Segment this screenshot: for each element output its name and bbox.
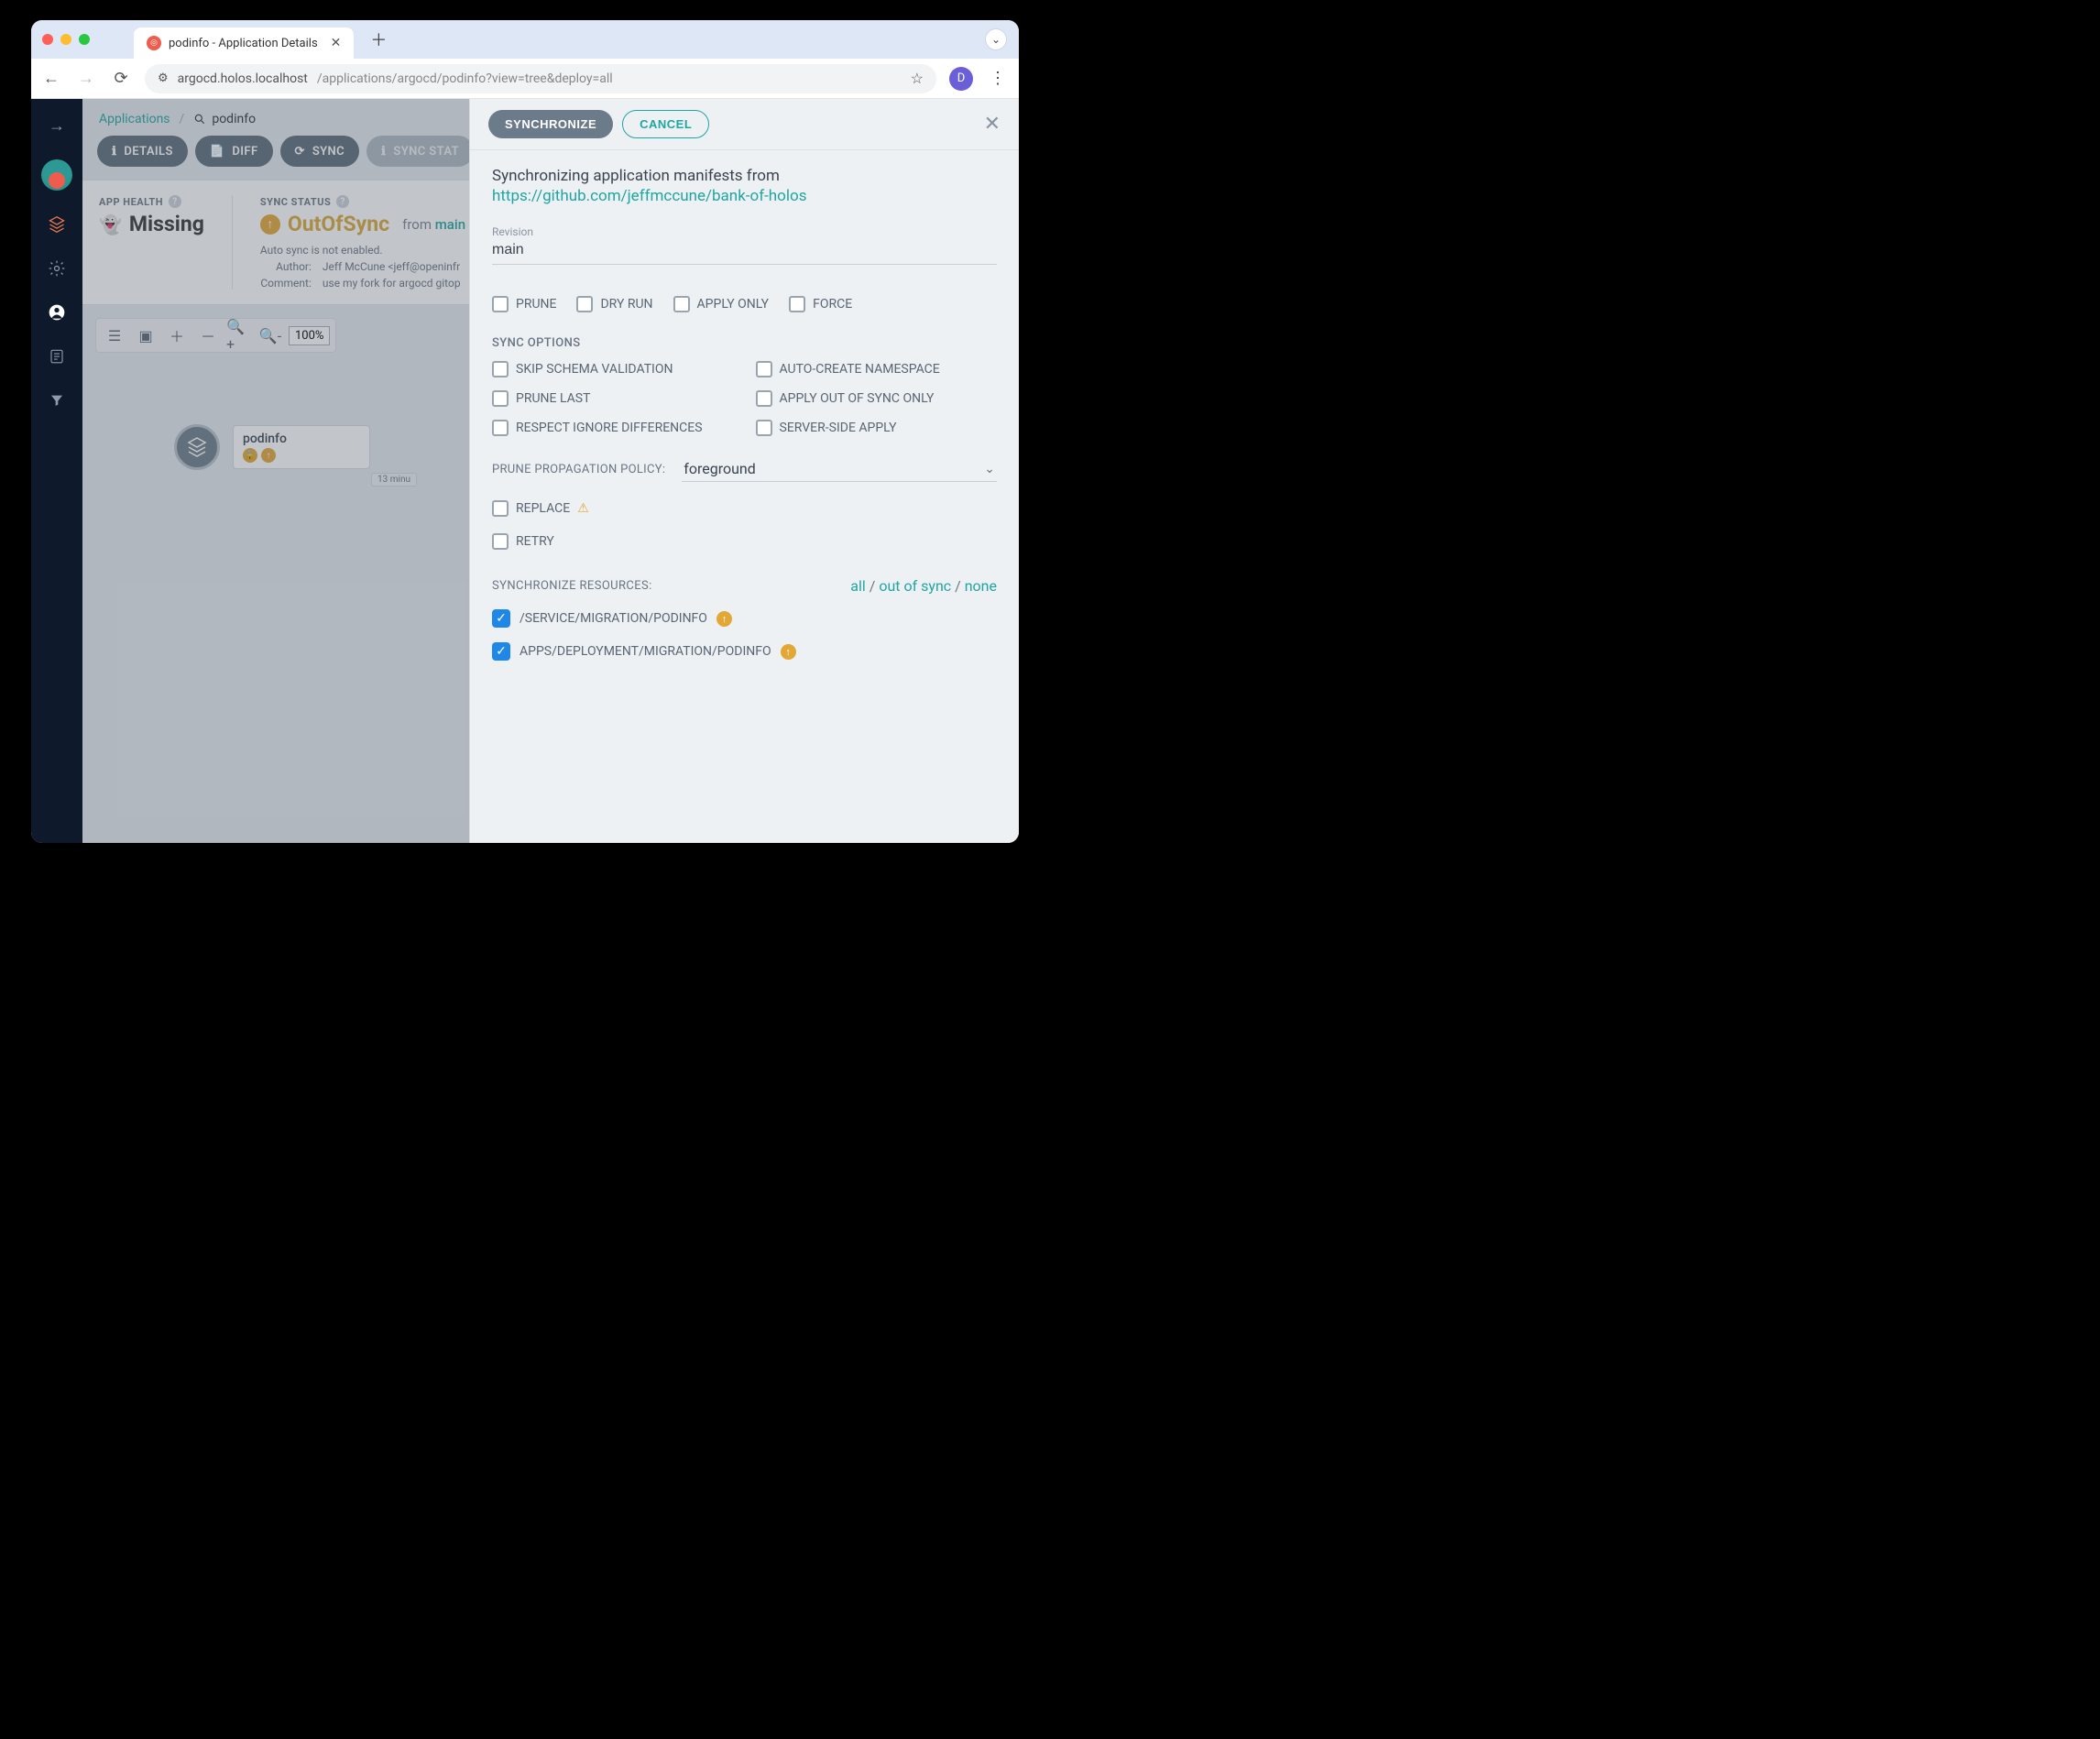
tabs-dropdown-button[interactable]: ⌄ bbox=[986, 29, 1006, 49]
filter-icon[interactable] bbox=[47, 390, 67, 410]
tab-bar: ◎ podinfo - Application Details ✕ ＋ ⌄ bbox=[31, 20, 1019, 59]
tab-favicon: ◎ bbox=[147, 36, 161, 50]
resource-item-deployment[interactable]: ✓ APPS/DEPLOYMENT/MIGRATION/PODINFO ↑ bbox=[492, 642, 997, 661]
synchronize-button[interactable]: SYNCHRONIZE bbox=[488, 110, 613, 138]
force-checkbox[interactable]: FORCE bbox=[789, 296, 852, 312]
applyonly-label: APPLY ONLY bbox=[697, 297, 770, 312]
sync-panel: SYNCHRONIZE CANCEL ✕ Synchronizing appli… bbox=[469, 99, 1019, 843]
panel-buttons: SYNCHRONIZE CANCEL bbox=[488, 110, 709, 138]
user-icon[interactable] bbox=[47, 302, 67, 323]
opt-respect-label: RESPECT IGNORE DIFFERENCES bbox=[516, 421, 703, 435]
tab-close-icon[interactable]: ✕ bbox=[331, 36, 342, 50]
opt-ssa-label: SERVER-SIDE APPLY bbox=[780, 421, 897, 435]
sync-resources-label: SYNCHRONIZE RESOURCES: bbox=[492, 579, 652, 593]
auto-namespace-checkbox[interactable]: AUTO-CREATE NAMESPACE bbox=[756, 361, 998, 377]
dryrun-checkbox[interactable]: DRY RUN bbox=[576, 296, 652, 312]
opt-oos-label: APPLY OUT OF SYNC ONLY bbox=[780, 391, 935, 406]
sidebar-expand-icon[interactable]: → bbox=[47, 115, 67, 136]
reload-button[interactable]: ⟳ bbox=[110, 69, 132, 88]
forward-button[interactable]: → bbox=[75, 69, 97, 88]
new-tab-button[interactable]: ＋ bbox=[361, 27, 396, 51]
opt-skip-label: SKIP SCHEMA VALIDATION bbox=[516, 362, 673, 377]
resource-path: /SERVICE/MIGRATION/PODINFO bbox=[520, 611, 707, 626]
applyonly-checkbox[interactable]: APPLY ONLY bbox=[673, 296, 770, 312]
flags-row: PRUNE DRY RUN APPLY ONLY FORCE bbox=[492, 296, 997, 312]
site-settings-icon[interactable]: ⚙ bbox=[158, 71, 169, 85]
browser-menu-icon[interactable]: ⋮ bbox=[986, 69, 1010, 88]
cancel-button[interactable]: CANCEL bbox=[622, 110, 709, 138]
close-window-button[interactable] bbox=[42, 34, 53, 45]
server-side-apply-checkbox[interactable]: SERVER-SIDE APPLY bbox=[756, 420, 998, 436]
outofsync-icon: ↑ bbox=[781, 644, 796, 660]
resource-item-service[interactable]: ✓ /SERVICE/MIGRATION/PODINFO ↑ bbox=[492, 609, 997, 628]
sidebar: → bbox=[31, 99, 82, 843]
prune-label: PRUNE bbox=[516, 297, 556, 312]
retry-checkbox[interactable]: RETRY bbox=[492, 533, 997, 550]
profile-button[interactable]: D bbox=[949, 67, 973, 91]
chevron-down-icon: ⌄ bbox=[984, 462, 995, 476]
out-of-sync-only-checkbox[interactable]: APPLY OUT OF SYNC ONLY bbox=[756, 390, 998, 407]
checked-icon[interactable]: ✓ bbox=[492, 609, 510, 628]
browser-tab[interactable]: ◎ podinfo - Application Details ✕ bbox=[134, 27, 354, 59]
panel-header: SYNCHRONIZE CANCEL ✕ bbox=[470, 99, 1019, 150]
outofsync-icon: ↑ bbox=[716, 611, 732, 627]
opt-autons-label: AUTO-CREATE NAMESPACE bbox=[780, 362, 940, 377]
force-label: FORCE bbox=[813, 297, 852, 312]
revision-input[interactable] bbox=[492, 238, 997, 265]
maximize-window-button[interactable] bbox=[79, 34, 90, 45]
skip-schema-checkbox[interactable]: SKIP SCHEMA VALIDATION bbox=[492, 361, 734, 377]
prune-policy-row: PRUNE PROPAGATION POLICY: foreground ⌄ bbox=[492, 456, 997, 482]
resource-path: APPS/DEPLOYMENT/MIGRATION/PODINFO bbox=[520, 644, 771, 659]
url-host: argocd.holos.localhost bbox=[178, 71, 308, 86]
revision-label: Revision bbox=[492, 225, 997, 238]
replace-label: REPLACE bbox=[516, 501, 570, 516]
sync-resources-links: all / out of sync / none bbox=[850, 577, 997, 595]
back-button[interactable]: ← bbox=[40, 69, 62, 88]
prune-policy-value: foreground bbox=[684, 460, 756, 477]
prune-policy-select[interactable]: foreground ⌄ bbox=[682, 456, 997, 482]
prune-checkbox[interactable]: PRUNE bbox=[492, 296, 556, 312]
tab-title: podinfo - Application Details bbox=[169, 37, 318, 50]
sync-description: Synchronizing application manifests from bbox=[492, 167, 997, 185]
select-all-link[interactable]: all bbox=[850, 577, 865, 595]
select-none-link[interactable]: none bbox=[965, 577, 997, 595]
prune-policy-label: PRUNE PROPAGATION POLICY: bbox=[492, 463, 665, 476]
address-bar: ← → ⟳ ⚙ argocd.holos.localhost/applicati… bbox=[31, 59, 1019, 99]
applications-icon[interactable] bbox=[47, 214, 67, 235]
dryrun-label: DRY RUN bbox=[600, 297, 652, 312]
checked-icon[interactable]: ✓ bbox=[492, 642, 510, 661]
repo-link[interactable]: https://github.com/jeffmccune/bank-of-ho… bbox=[492, 187, 997, 205]
argo-logo-icon[interactable] bbox=[41, 159, 72, 191]
app-area: → Applications / bbox=[31, 99, 1019, 843]
close-panel-icon[interactable]: ✕ bbox=[984, 113, 1001, 136]
bookmark-icon[interactable]: ☆ bbox=[911, 70, 924, 87]
sync-options-heading: SYNC OPTIONS bbox=[492, 336, 997, 350]
settings-icon[interactable] bbox=[47, 258, 67, 279]
opt-prunelast-label: PRUNE LAST bbox=[516, 391, 590, 406]
sync-options-grid: SKIP SCHEMA VALIDATION AUTO-CREATE NAMES… bbox=[492, 361, 997, 436]
select-oos-link[interactable]: out of sync bbox=[879, 577, 951, 595]
url-path: /applications/argocd/podinfo?view=tree&d… bbox=[317, 71, 613, 86]
retry-label: RETRY bbox=[516, 534, 554, 549]
warning-icon: ⚠ bbox=[577, 501, 589, 516]
main-content: Applications / podinfo ℹDETAILS 📄DIFF ⟳S… bbox=[82, 99, 1019, 843]
prune-last-checkbox[interactable]: PRUNE LAST bbox=[492, 390, 734, 407]
replace-checkbox[interactable]: REPLACE ⚠ bbox=[492, 500, 997, 517]
respect-ignore-checkbox[interactable]: RESPECT IGNORE DIFFERENCES bbox=[492, 420, 734, 436]
docs-icon[interactable] bbox=[47, 346, 67, 366]
url-field[interactable]: ⚙ argocd.holos.localhost/applications/ar… bbox=[145, 64, 936, 93]
sync-resources-header: SYNCHRONIZE RESOURCES: all / out of sync… bbox=[492, 577, 997, 595]
minimize-window-button[interactable] bbox=[60, 34, 71, 45]
panel-body: Synchronizing application manifests from… bbox=[470, 150, 1019, 677]
window-controls bbox=[42, 34, 90, 45]
revision-field: Revision bbox=[492, 225, 997, 265]
browser-window: ◎ podinfo - Application Details ✕ ＋ ⌄ ← … bbox=[31, 20, 1019, 843]
